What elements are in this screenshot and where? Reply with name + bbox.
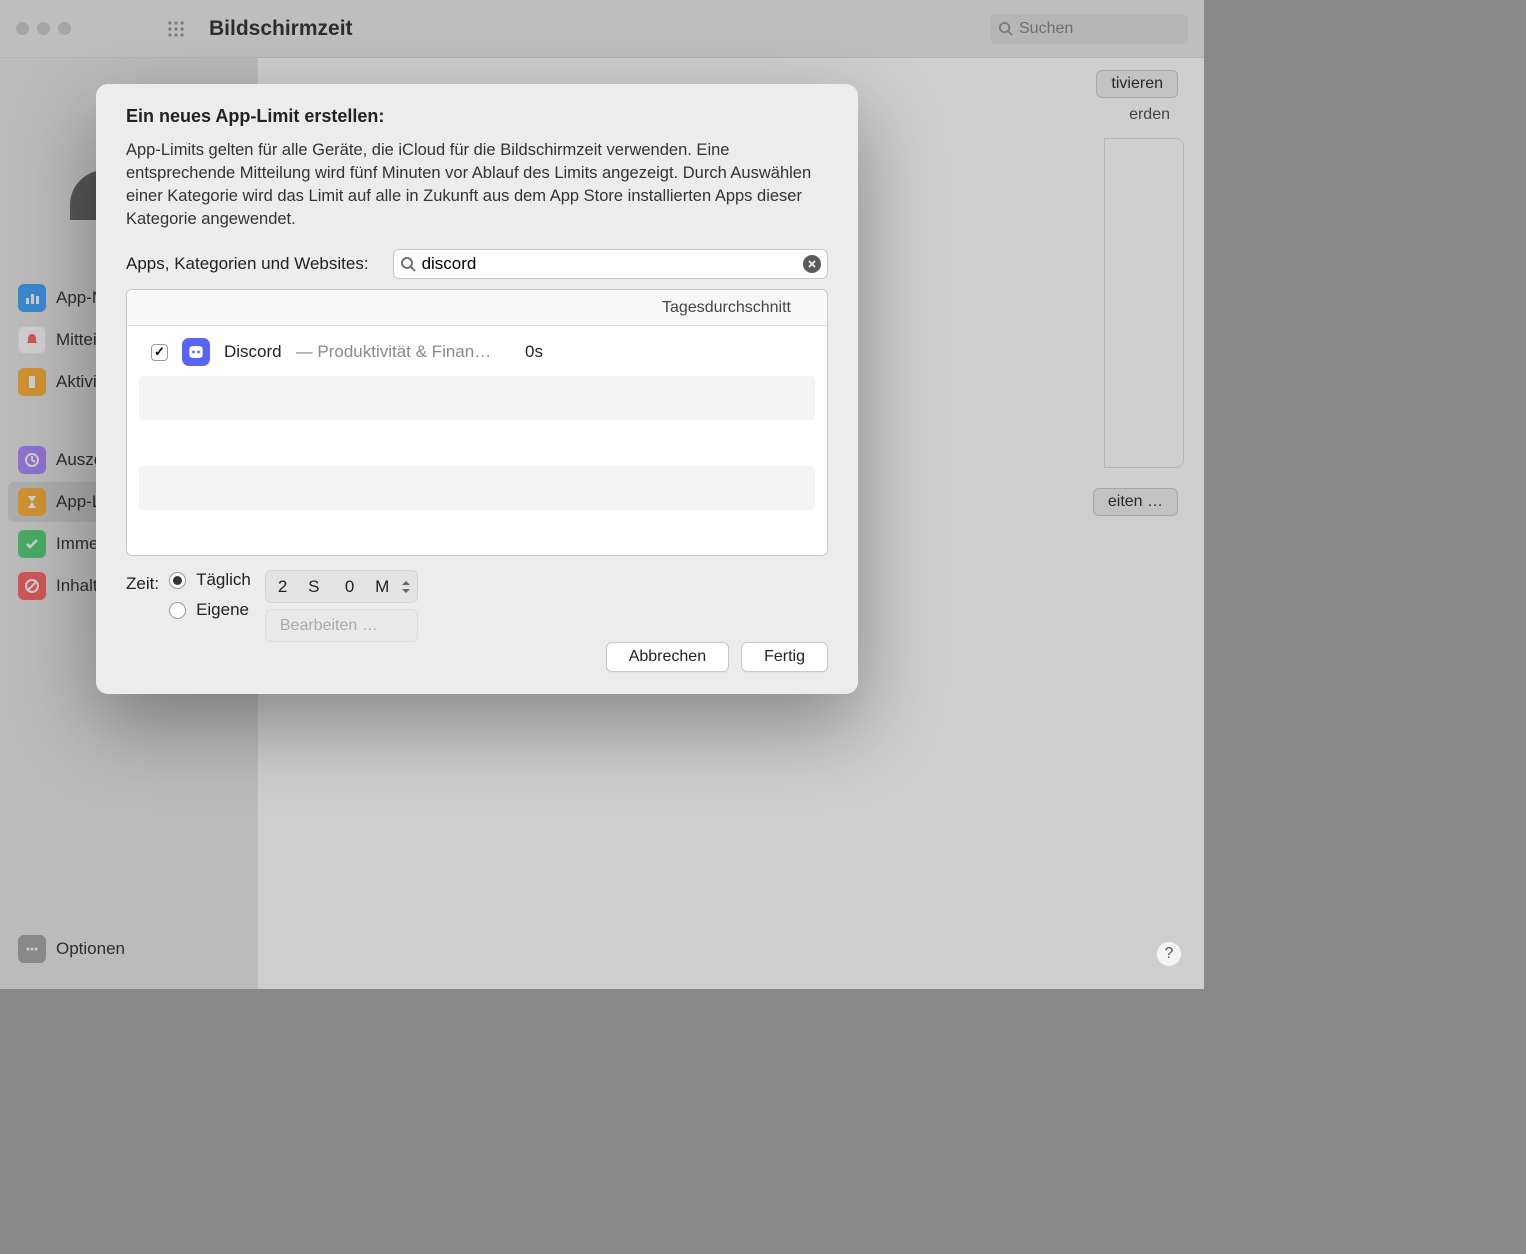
search-box[interactable]: [393, 249, 828, 279]
help-button[interactable]: ?: [1156, 941, 1182, 967]
radio-daily-label: Täglich: [196, 570, 251, 590]
radio-custom[interactable]: [169, 602, 186, 619]
app-row-discord[interactable]: Discord — Produktivität & Finan… 0s: [139, 330, 815, 374]
stepper-arrows[interactable]: [401, 579, 411, 595]
cancel-button[interactable]: Abbrechen: [606, 642, 729, 672]
clear-search-button[interactable]: [803, 255, 821, 273]
radio-custom-label: Eigene: [196, 600, 249, 620]
modal-description: App-Limits gelten für alle Geräte, die i…: [126, 139, 828, 231]
search-icon: [400, 256, 416, 272]
search-label: Apps, Kategorien und Websites:: [126, 254, 369, 274]
list-row-empty: [139, 510, 815, 554]
time-label: Zeit:: [126, 570, 159, 594]
app-checkbox[interactable]: [151, 344, 168, 361]
app-limit-modal: Ein neues App-Limit erstellen: App-Limit…: [96, 84, 858, 694]
done-button[interactable]: Fertig: [741, 642, 828, 672]
discord-icon: [182, 338, 210, 366]
list-row-empty: [139, 376, 815, 420]
modal-title: Ein neues App-Limit erstellen:: [126, 106, 828, 127]
list-row-empty: [139, 466, 815, 510]
app-average-time: 0s: [525, 342, 543, 362]
app-list: Tagesdurchschnitt Discord — Produktivitä…: [126, 289, 828, 556]
list-row-empty: [139, 420, 815, 464]
edit-custom-button: Bearbeiten …: [265, 609, 418, 642]
column-header-average: Tagesdurchschnitt: [662, 299, 791, 317]
app-name: Discord: [224, 342, 282, 362]
chevron-down-icon[interactable]: [401, 587, 411, 595]
radio-daily[interactable]: [169, 572, 186, 589]
app-category: — Produktivität & Finan…: [296, 342, 492, 362]
list-header: Tagesdurchschnitt: [127, 290, 827, 326]
search-input[interactable]: [422, 254, 797, 274]
chevron-up-icon[interactable]: [401, 579, 411, 587]
time-stepper[interactable]: 2 S 0 M: [265, 570, 418, 603]
